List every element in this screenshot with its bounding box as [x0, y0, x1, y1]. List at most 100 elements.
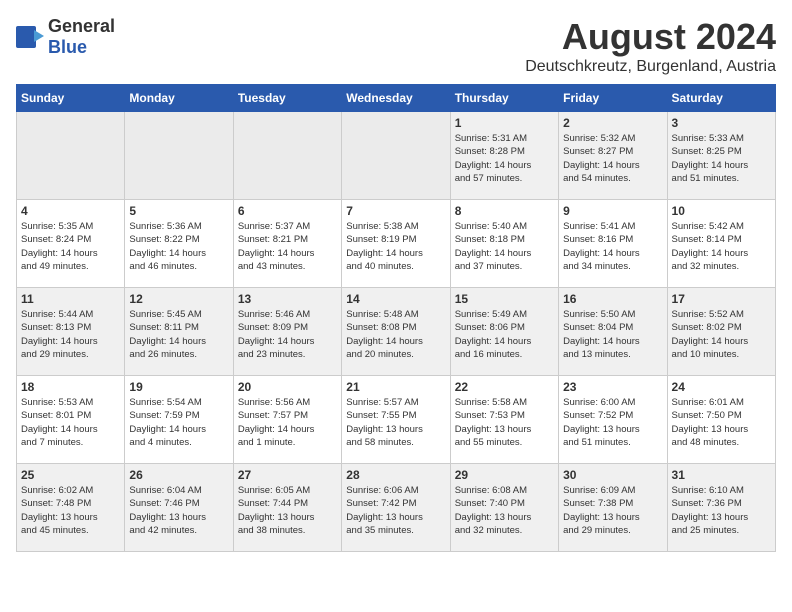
calendar-cell: 2Sunrise: 5:32 AM Sunset: 8:27 PM Daylig…	[559, 112, 667, 200]
page-header: General Blue August 2024 Deutschkreutz, …	[16, 16, 776, 76]
calendar-cell: 24 Sunrise: 6:01 AM Sunset: 7:50 PM Dayli…	[667, 376, 775, 464]
title-area: August 2024 Deutschkreutz, Burgenland, A…	[525, 16, 776, 76]
day-info: Sunrise: 6:09 AM Sunset: 7:38 PM Dayligh…	[563, 484, 662, 537]
calendar-cell: 5 Sunrise: 5:36 AM Sunset: 8:22 PM Daylig…	[125, 200, 233, 288]
calendar-table: SundayMondayTuesdayWednesdayThursdayFrid…	[16, 84, 776, 552]
calendar-week-row: 25 Sunrise: 6:02 AM Sunset: 7:48 PM Dayli…	[17, 464, 776, 552]
calendar-cell: 22 Sunrise: 5:58 AM Sunset: 7:53 PM Dayli…	[450, 376, 558, 464]
calendar-cell: 3Sunrise: 5:33 AM Sunset: 8:25 PM Daylig…	[667, 112, 775, 200]
day-number: 13	[238, 292, 337, 306]
calendar-cell	[125, 112, 233, 200]
day-number: 12	[129, 292, 228, 306]
day-number: 19	[129, 380, 228, 394]
day-info: Sunrise: 6:05 AM Sunset: 7:44 PM Dayligh…	[238, 484, 337, 537]
calendar-week-row: 11 Sunrise: 5:44 AM Sunset: 8:13 PM Dayli…	[17, 288, 776, 376]
day-info: Sunrise: 5:58 AM Sunset: 7:53 PM Dayligh…	[455, 396, 554, 449]
day-info: Sunrise: 5:40 AM Sunset: 8:18 PM Dayligh…	[455, 220, 554, 273]
day-info: Sunrise: 5:31 AM Sunset: 8:28 PM Dayligh…	[455, 132, 554, 185]
weekday-header-saturday: Saturday	[667, 85, 775, 112]
calendar-cell: 20Sunrise: 5:56 AM Sunset: 7:57 PM Dayli…	[233, 376, 341, 464]
day-info: Sunrise: 6:10 AM Sunset: 7:36 PM Dayligh…	[672, 484, 771, 537]
day-info: Sunrise: 5:54 AM Sunset: 7:59 PM Dayligh…	[129, 396, 228, 449]
day-number: 16	[563, 292, 662, 306]
weekday-header-wednesday: Wednesday	[342, 85, 450, 112]
day-info: Sunrise: 5:37 AM Sunset: 8:21 PM Dayligh…	[238, 220, 337, 273]
day-number: 10	[672, 204, 771, 218]
day-number: 23	[563, 380, 662, 394]
logo: General Blue	[16, 16, 115, 58]
day-number: 4	[21, 204, 120, 218]
day-info: Sunrise: 5:53 AM Sunset: 8:01 PM Dayligh…	[21, 396, 120, 449]
calendar-cell: 30 Sunrise: 6:09 AM Sunset: 7:38 PM Dayli…	[559, 464, 667, 552]
calendar-cell: 1Sunrise: 5:31 AM Sunset: 8:28 PM Daylig…	[450, 112, 558, 200]
day-number: 8	[455, 204, 554, 218]
day-number: 31	[672, 468, 771, 482]
day-info: Sunrise: 5:50 AM Sunset: 8:04 PM Dayligh…	[563, 308, 662, 361]
weekday-header-tuesday: Tuesday	[233, 85, 341, 112]
day-number: 30	[563, 468, 662, 482]
day-info: Sunrise: 5:36 AM Sunset: 8:22 PM Dayligh…	[129, 220, 228, 273]
calendar-cell: 9 Sunrise: 5:41 AM Sunset: 8:16 PM Daylig…	[559, 200, 667, 288]
day-number: 11	[21, 292, 120, 306]
calendar-cell: 8 Sunrise: 5:40 AM Sunset: 8:18 PM Daylig…	[450, 200, 558, 288]
day-number: 17	[672, 292, 771, 306]
weekday-header-thursday: Thursday	[450, 85, 558, 112]
calendar-cell	[17, 112, 125, 200]
calendar-week-row: 4 Sunrise: 5:35 AM Sunset: 8:24 PM Daylig…	[17, 200, 776, 288]
day-info: Sunrise: 5:38 AM Sunset: 8:19 PM Dayligh…	[346, 220, 445, 273]
day-number: 24	[672, 380, 771, 394]
day-number: 26	[129, 468, 228, 482]
month-year-title: August 2024	[525, 16, 776, 58]
calendar-cell: 25 Sunrise: 6:02 AM Sunset: 7:48 PM Dayli…	[17, 464, 125, 552]
day-number: 5	[129, 204, 228, 218]
calendar-cell	[342, 112, 450, 200]
calendar-cell: 6Sunrise: 5:37 AM Sunset: 8:21 PM Daylig…	[233, 200, 341, 288]
calendar-cell: 19 Sunrise: 5:54 AM Sunset: 7:59 PM Dayli…	[125, 376, 233, 464]
calendar-cell: 17 Sunrise: 5:52 AM Sunset: 8:02 PM Dayli…	[667, 288, 775, 376]
day-number: 9	[563, 204, 662, 218]
weekday-header-row: SundayMondayTuesdayWednesdayThursdayFrid…	[17, 85, 776, 112]
day-info: Sunrise: 5:56 AM Sunset: 7:57 PM Dayligh…	[238, 396, 337, 449]
calendar-cell	[233, 112, 341, 200]
calendar-cell: 12Sunrise: 5:45 AM Sunset: 8:11 PM Dayli…	[125, 288, 233, 376]
calendar-week-row: 1Sunrise: 5:31 AM Sunset: 8:28 PM Daylig…	[17, 112, 776, 200]
day-number: 22	[455, 380, 554, 394]
day-info: Sunrise: 6:08 AM Sunset: 7:40 PM Dayligh…	[455, 484, 554, 537]
day-number: 15	[455, 292, 554, 306]
calendar-cell: 27 Sunrise: 6:05 AM Sunset: 7:44 PM Dayli…	[233, 464, 341, 552]
location-subtitle: Deutschkreutz, Burgenland, Austria	[525, 58, 776, 76]
day-info: Sunrise: 5:33 AM Sunset: 8:25 PM Dayligh…	[672, 132, 771, 185]
calendar-cell: 23Sunrise: 6:00 AM Sunset: 7:52 PM Dayli…	[559, 376, 667, 464]
day-number: 2	[563, 116, 662, 130]
day-info: Sunrise: 5:35 AM Sunset: 8:24 PM Dayligh…	[21, 220, 120, 273]
logo-general: General	[48, 16, 115, 36]
calendar-cell: 16 Sunrise: 5:50 AM Sunset: 8:04 PM Dayli…	[559, 288, 667, 376]
day-info: Sunrise: 5:52 AM Sunset: 8:02 PM Dayligh…	[672, 308, 771, 361]
calendar-week-row: 18Sunrise: 5:53 AM Sunset: 8:01 PM Dayli…	[17, 376, 776, 464]
day-number: 25	[21, 468, 120, 482]
day-info: Sunrise: 6:02 AM Sunset: 7:48 PM Dayligh…	[21, 484, 120, 537]
day-info: Sunrise: 5:48 AM Sunset: 8:08 PM Dayligh…	[346, 308, 445, 361]
weekday-header-friday: Friday	[559, 85, 667, 112]
calendar-cell: 10Sunrise: 5:42 AM Sunset: 8:14 PM Dayli…	[667, 200, 775, 288]
logo-icon	[16, 26, 44, 48]
calendar-cell: 15Sunrise: 5:49 AM Sunset: 8:06 PM Dayli…	[450, 288, 558, 376]
calendar-cell: 7 Sunrise: 5:38 AM Sunset: 8:19 PM Daylig…	[342, 200, 450, 288]
day-info: Sunrise: 5:57 AM Sunset: 7:55 PM Dayligh…	[346, 396, 445, 449]
calendar-cell: 26Sunrise: 6:04 AM Sunset: 7:46 PM Dayli…	[125, 464, 233, 552]
day-info: Sunrise: 5:44 AM Sunset: 8:13 PM Dayligh…	[21, 308, 120, 361]
day-info: Sunrise: 5:46 AM Sunset: 8:09 PM Dayligh…	[238, 308, 337, 361]
day-number: 27	[238, 468, 337, 482]
calendar-cell: 31 Sunrise: 6:10 AM Sunset: 7:36 PM Dayli…	[667, 464, 775, 552]
calendar-cell: 29Sunrise: 6:08 AM Sunset: 7:40 PM Dayli…	[450, 464, 558, 552]
day-number: 21	[346, 380, 445, 394]
day-info: Sunrise: 5:41 AM Sunset: 8:16 PM Dayligh…	[563, 220, 662, 273]
calendar-cell: 4 Sunrise: 5:35 AM Sunset: 8:24 PM Daylig…	[17, 200, 125, 288]
calendar-cell: 13 Sunrise: 5:46 AM Sunset: 8:09 PM Dayli…	[233, 288, 341, 376]
calendar-cell: 14 Sunrise: 5:48 AM Sunset: 8:08 PM Dayli…	[342, 288, 450, 376]
day-info: Sunrise: 6:01 AM Sunset: 7:50 PM Dayligh…	[672, 396, 771, 449]
weekday-header-sunday: Sunday	[17, 85, 125, 112]
calendar-cell: 18Sunrise: 5:53 AM Sunset: 8:01 PM Dayli…	[17, 376, 125, 464]
day-number: 7	[346, 204, 445, 218]
day-number: 14	[346, 292, 445, 306]
